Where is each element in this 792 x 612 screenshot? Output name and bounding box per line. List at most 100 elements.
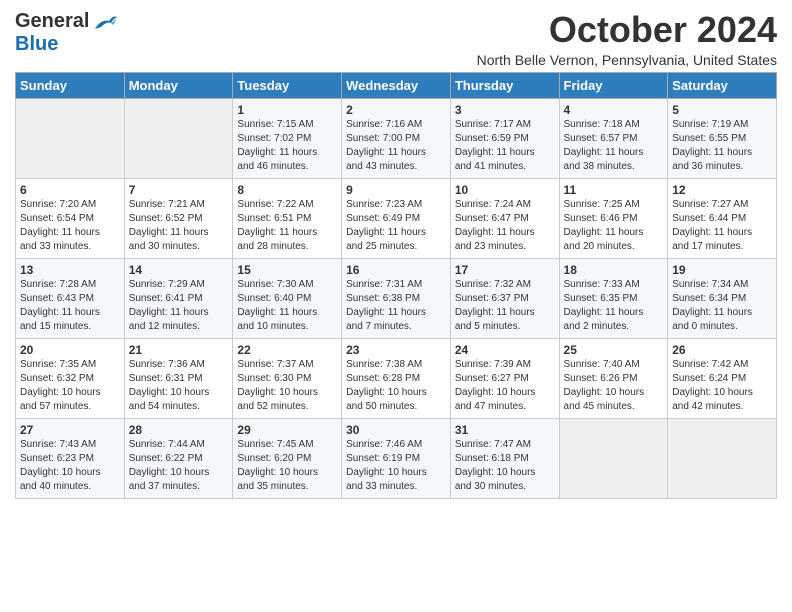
page-header: General Blue October 2024 North Belle Ve… <box>15 10 777 68</box>
day-number: 15 <box>237 263 337 277</box>
calendar-cell <box>16 98 125 178</box>
calendar-cell: 24Sunrise: 7:39 AM Sunset: 6:27 PM Dayli… <box>450 338 559 418</box>
day-number: 12 <box>672 183 772 197</box>
calendar-cell: 25Sunrise: 7:40 AM Sunset: 6:26 PM Dayli… <box>559 338 668 418</box>
location-text: North Belle Vernon, Pennsylvania, United… <box>477 52 777 68</box>
day-info: Sunrise: 7:33 AM Sunset: 6:35 PM Dayligh… <box>564 278 664 334</box>
day-info: Sunrise: 7:23 AM Sunset: 6:49 PM Dayligh… <box>346 198 446 254</box>
day-number: 20 <box>20 343 120 357</box>
calendar-cell: 16Sunrise: 7:31 AM Sunset: 6:38 PM Dayli… <box>342 258 451 338</box>
day-info: Sunrise: 7:30 AM Sunset: 6:40 PM Dayligh… <box>237 278 337 334</box>
day-info: Sunrise: 7:37 AM Sunset: 6:30 PM Dayligh… <box>237 358 337 414</box>
day-info: Sunrise: 7:39 AM Sunset: 6:27 PM Dayligh… <box>455 358 555 414</box>
weekday-header-saturday: Saturday <box>668 72 777 98</box>
logo: General Blue <box>15 10 119 56</box>
calendar-cell: 23Sunrise: 7:38 AM Sunset: 6:28 PM Dayli… <box>342 338 451 418</box>
calendar-cell: 4Sunrise: 7:18 AM Sunset: 6:57 PM Daylig… <box>559 98 668 178</box>
day-info: Sunrise: 7:25 AM Sunset: 6:46 PM Dayligh… <box>564 198 664 254</box>
calendar-cell: 29Sunrise: 7:45 AM Sunset: 6:20 PM Dayli… <box>233 418 342 498</box>
calendar-cell: 20Sunrise: 7:35 AM Sunset: 6:32 PM Dayli… <box>16 338 125 418</box>
logo-text: General <box>15 10 89 33</box>
day-number: 18 <box>564 263 664 277</box>
day-info: Sunrise: 7:19 AM Sunset: 6:55 PM Dayligh… <box>672 118 772 174</box>
calendar-cell <box>124 98 233 178</box>
day-info: Sunrise: 7:16 AM Sunset: 7:00 PM Dayligh… <box>346 118 446 174</box>
day-number: 7 <box>129 183 229 197</box>
calendar-table: SundayMondayTuesdayWednesdayThursdayFrid… <box>15 72 777 499</box>
day-number: 8 <box>237 183 337 197</box>
day-number: 28 <box>129 423 229 437</box>
calendar-cell: 8Sunrise: 7:22 AM Sunset: 6:51 PM Daylig… <box>233 178 342 258</box>
calendar-cell: 26Sunrise: 7:42 AM Sunset: 6:24 PM Dayli… <box>668 338 777 418</box>
calendar-cell <box>559 418 668 498</box>
calendar-cell: 31Sunrise: 7:47 AM Sunset: 6:18 PM Dayli… <box>450 418 559 498</box>
calendar-cell: 11Sunrise: 7:25 AM Sunset: 6:46 PM Dayli… <box>559 178 668 258</box>
day-info: Sunrise: 7:43 AM Sunset: 6:23 PM Dayligh… <box>20 438 120 494</box>
weekday-header-friday: Friday <box>559 72 668 98</box>
week-row-2: 6Sunrise: 7:20 AM Sunset: 6:54 PM Daylig… <box>16 178 777 258</box>
day-number: 30 <box>346 423 446 437</box>
day-number: 4 <box>564 103 664 117</box>
day-info: Sunrise: 7:18 AM Sunset: 6:57 PM Dayligh… <box>564 118 664 174</box>
calendar-cell: 13Sunrise: 7:28 AM Sunset: 6:43 PM Dayli… <box>16 258 125 338</box>
month-title: October 2024 <box>477 10 777 50</box>
calendar-cell: 22Sunrise: 7:37 AM Sunset: 6:30 PM Dayli… <box>233 338 342 418</box>
day-info: Sunrise: 7:45 AM Sunset: 6:20 PM Dayligh… <box>237 438 337 494</box>
day-info: Sunrise: 7:47 AM Sunset: 6:18 PM Dayligh… <box>455 438 555 494</box>
day-info: Sunrise: 7:15 AM Sunset: 7:02 PM Dayligh… <box>237 118 337 174</box>
day-number: 23 <box>346 343 446 357</box>
day-info: Sunrise: 7:20 AM Sunset: 6:54 PM Dayligh… <box>20 198 120 254</box>
day-number: 16 <box>346 263 446 277</box>
day-info: Sunrise: 7:44 AM Sunset: 6:22 PM Dayligh… <box>129 438 229 494</box>
calendar-cell: 15Sunrise: 7:30 AM Sunset: 6:40 PM Dayli… <box>233 258 342 338</box>
weekday-header-monday: Monday <box>124 72 233 98</box>
calendar-cell: 2Sunrise: 7:16 AM Sunset: 7:00 PM Daylig… <box>342 98 451 178</box>
calendar-cell: 21Sunrise: 7:36 AM Sunset: 6:31 PM Dayli… <box>124 338 233 418</box>
day-number: 24 <box>455 343 555 357</box>
day-info: Sunrise: 7:40 AM Sunset: 6:26 PM Dayligh… <box>564 358 664 414</box>
logo-blue-text: Blue <box>15 33 58 55</box>
weekday-header-sunday: Sunday <box>16 72 125 98</box>
day-info: Sunrise: 7:29 AM Sunset: 6:41 PM Dayligh… <box>129 278 229 334</box>
calendar-cell: 12Sunrise: 7:27 AM Sunset: 6:44 PM Dayli… <box>668 178 777 258</box>
day-info: Sunrise: 7:22 AM Sunset: 6:51 PM Dayligh… <box>237 198 337 254</box>
day-number: 9 <box>346 183 446 197</box>
day-number: 19 <box>672 263 772 277</box>
day-number: 27 <box>20 423 120 437</box>
day-info: Sunrise: 7:35 AM Sunset: 6:32 PM Dayligh… <box>20 358 120 414</box>
calendar-cell: 1Sunrise: 7:15 AM Sunset: 7:02 PM Daylig… <box>233 98 342 178</box>
day-info: Sunrise: 7:28 AM Sunset: 6:43 PM Dayligh… <box>20 278 120 334</box>
day-number: 10 <box>455 183 555 197</box>
day-number: 22 <box>237 343 337 357</box>
weekday-header-row: SundayMondayTuesdayWednesdayThursdayFrid… <box>16 72 777 98</box>
week-row-1: 1Sunrise: 7:15 AM Sunset: 7:02 PM Daylig… <box>16 98 777 178</box>
calendar-cell: 5Sunrise: 7:19 AM Sunset: 6:55 PM Daylig… <box>668 98 777 178</box>
day-number: 14 <box>129 263 229 277</box>
week-row-4: 20Sunrise: 7:35 AM Sunset: 6:32 PM Dayli… <box>16 338 777 418</box>
calendar-cell: 30Sunrise: 7:46 AM Sunset: 6:19 PM Dayli… <box>342 418 451 498</box>
calendar-cell: 17Sunrise: 7:32 AM Sunset: 6:37 PM Dayli… <box>450 258 559 338</box>
day-info: Sunrise: 7:21 AM Sunset: 6:52 PM Dayligh… <box>129 198 229 254</box>
day-info: Sunrise: 7:42 AM Sunset: 6:24 PM Dayligh… <box>672 358 772 414</box>
day-number: 21 <box>129 343 229 357</box>
day-number: 6 <box>20 183 120 197</box>
day-number: 1 <box>237 103 337 117</box>
day-info: Sunrise: 7:31 AM Sunset: 6:38 PM Dayligh… <box>346 278 446 334</box>
day-number: 25 <box>564 343 664 357</box>
calendar-cell: 9Sunrise: 7:23 AM Sunset: 6:49 PM Daylig… <box>342 178 451 258</box>
week-row-3: 13Sunrise: 7:28 AM Sunset: 6:43 PM Dayli… <box>16 258 777 338</box>
day-info: Sunrise: 7:27 AM Sunset: 6:44 PM Dayligh… <box>672 198 772 254</box>
day-number: 11 <box>564 183 664 197</box>
logo-bird-icon <box>91 11 119 33</box>
day-info: Sunrise: 7:17 AM Sunset: 6:59 PM Dayligh… <box>455 118 555 174</box>
day-info: Sunrise: 7:24 AM Sunset: 6:47 PM Dayligh… <box>455 198 555 254</box>
day-number: 17 <box>455 263 555 277</box>
day-info: Sunrise: 7:32 AM Sunset: 6:37 PM Dayligh… <box>455 278 555 334</box>
day-info: Sunrise: 7:38 AM Sunset: 6:28 PM Dayligh… <box>346 358 446 414</box>
calendar-cell: 19Sunrise: 7:34 AM Sunset: 6:34 PM Dayli… <box>668 258 777 338</box>
title-area: October 2024 North Belle Vernon, Pennsyl… <box>477 10 777 68</box>
calendar-cell: 14Sunrise: 7:29 AM Sunset: 6:41 PM Dayli… <box>124 258 233 338</box>
day-number: 5 <box>672 103 772 117</box>
calendar-cell: 27Sunrise: 7:43 AM Sunset: 6:23 PM Dayli… <box>16 418 125 498</box>
calendar-cell: 18Sunrise: 7:33 AM Sunset: 6:35 PM Dayli… <box>559 258 668 338</box>
